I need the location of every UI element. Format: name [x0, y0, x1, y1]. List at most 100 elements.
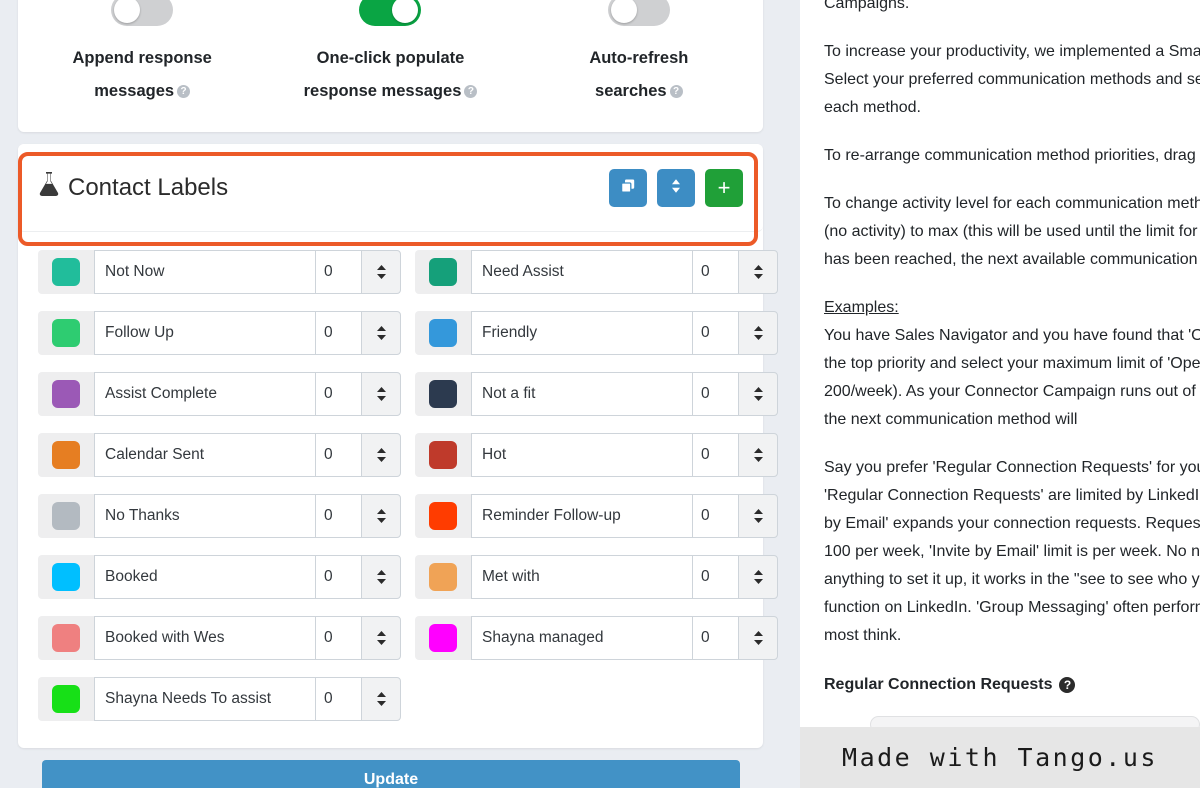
label-count-input[interactable] — [315, 433, 361, 477]
color-swatch-button[interactable] — [415, 250, 471, 294]
toggle-knob — [114, 0, 141, 23]
color-swatch-button[interactable] — [415, 494, 471, 538]
label-name-input[interactable] — [471, 372, 692, 416]
toggle-append-response-messages[interactable] — [111, 0, 174, 26]
count-stepper[interactable] — [738, 250, 778, 294]
panel-title-text: Contact Labels — [68, 173, 229, 201]
count-stepper[interactable] — [361, 433, 401, 477]
add-button[interactable]: + — [705, 168, 743, 207]
label-count-input[interactable] — [315, 677, 361, 721]
count-stepper[interactable] — [738, 372, 778, 416]
sort-button[interactable] — [657, 168, 695, 207]
label-count-input[interactable] — [692, 311, 738, 355]
label-count-input[interactable] — [315, 372, 361, 416]
settings-toggles-card: Append response messages? One-click popu… — [18, 0, 763, 132]
doc-paragraph: You have Sales Navigator and you have fo… — [824, 327, 1200, 428]
contact-labels-panel: Contact Labels + Not Now 0 Follow Up 0 A… — [18, 144, 778, 748]
help-icon[interactable]: ? — [464, 85, 478, 98]
color-swatch-button[interactable] — [38, 372, 94, 416]
color-swatch-button[interactable] — [415, 433, 471, 477]
color-swatch-button[interactable] — [38, 616, 94, 660]
count-stepper[interactable] — [361, 677, 401, 721]
color-swatch-button[interactable] — [415, 555, 471, 599]
doc-paragraph: To increase your productivity, we implem… — [824, 43, 1200, 116]
label-row — [38, 555, 401, 599]
copy-icon — [620, 178, 636, 197]
label-count-input[interactable] — [315, 494, 361, 538]
label-count-input[interactable] — [315, 311, 361, 355]
update-button[interactable]: Update — [42, 760, 740, 788]
label-count-input[interactable] — [315, 616, 361, 660]
label-name-input[interactable] — [94, 555, 315, 599]
label-row — [38, 616, 401, 660]
color-swatch — [52, 502, 80, 530]
label-count-input[interactable] — [692, 616, 738, 660]
label-count-input[interactable] — [692, 433, 738, 477]
count-stepper[interactable] — [361, 616, 401, 660]
label-name-input[interactable] — [94, 433, 315, 477]
count-stepper[interactable] — [738, 616, 778, 660]
tango-footer-text: Made with Tango.us — [842, 743, 1158, 772]
count-stepper[interactable] — [738, 433, 778, 477]
label-name-input[interactable] — [471, 311, 692, 355]
label-name-input[interactable] — [94, 616, 315, 660]
label-count-input[interactable] — [315, 555, 361, 599]
count-stepper[interactable] — [738, 555, 778, 599]
help-documentation-panel: Campaigns. To increase your productivity… — [800, 0, 1200, 788]
contact-labels-header: Contact Labels + — [18, 144, 763, 232]
label-name-input[interactable] — [94, 494, 315, 538]
label-name-input[interactable] — [471, 433, 692, 477]
label-name-input[interactable] — [94, 372, 315, 416]
label-name-input[interactable] — [94, 311, 315, 355]
label-count-input[interactable] — [692, 494, 738, 538]
help-icon[interactable]: ? — [177, 85, 191, 98]
color-swatch-button[interactable] — [38, 494, 94, 538]
label-name-input[interactable] — [471, 555, 692, 599]
sort-updown-icon — [670, 178, 682, 197]
label-name-input[interactable] — [94, 250, 315, 294]
color-swatch — [52, 319, 80, 347]
duplicate-button[interactable] — [609, 168, 647, 207]
toggle-label-line1: Auto-refresh — [589, 49, 689, 67]
label-count-input[interactable] — [692, 372, 738, 416]
color-swatch — [429, 441, 457, 469]
label-name-input[interactable] — [471, 616, 692, 660]
color-swatch-button[interactable] — [38, 555, 94, 599]
label-count-input[interactable] — [315, 250, 361, 294]
toggles-row: Append response messages? One-click popu… — [18, 0, 763, 108]
count-stepper[interactable] — [361, 311, 401, 355]
color-swatch — [429, 258, 457, 286]
doc-paragraph: Say you prefer 'Regular Connection Reque… — [824, 459, 1200, 644]
slider-title: Regular Connection Requests ? — [824, 676, 1200, 694]
toggle-auto-refresh-searches[interactable] — [607, 0, 670, 26]
label-row — [415, 616, 778, 660]
count-stepper[interactable] — [361, 372, 401, 416]
count-stepper[interactable] — [738, 311, 778, 355]
color-swatch-button[interactable] — [38, 311, 94, 355]
page-title: Contact Labels — [38, 171, 228, 204]
label-row — [38, 677, 401, 721]
color-swatch-button[interactable] — [415, 372, 471, 416]
color-swatch-button[interactable] — [38, 250, 94, 294]
count-stepper[interactable] — [361, 555, 401, 599]
color-swatch-button[interactable] — [415, 311, 471, 355]
label-name-input[interactable] — [94, 677, 315, 721]
help-icon[interactable]: ? — [1059, 677, 1076, 693]
color-swatch-button[interactable] — [38, 677, 94, 721]
count-stepper[interactable] — [361, 250, 401, 294]
label-name-input[interactable] — [471, 494, 692, 538]
label-row — [38, 250, 401, 294]
toggle-one-click-populate[interactable] — [359, 0, 422, 26]
count-stepper[interactable] — [361, 494, 401, 538]
doc-paragraph: To change activity level for each commun… — [824, 195, 1200, 268]
label-count-input[interactable] — [692, 250, 738, 294]
label-row — [415, 250, 778, 294]
toggle-label-line1: One-click populate — [316, 49, 465, 67]
label-count-input[interactable] — [692, 555, 738, 599]
label-name-input[interactable] — [471, 250, 692, 294]
toggle-cell-append-response: Append response messages? — [18, 0, 266, 108]
count-stepper[interactable] — [738, 494, 778, 538]
color-swatch-button[interactable] — [38, 433, 94, 477]
color-swatch-button[interactable] — [415, 616, 471, 660]
help-icon[interactable]: ? — [669, 85, 683, 98]
